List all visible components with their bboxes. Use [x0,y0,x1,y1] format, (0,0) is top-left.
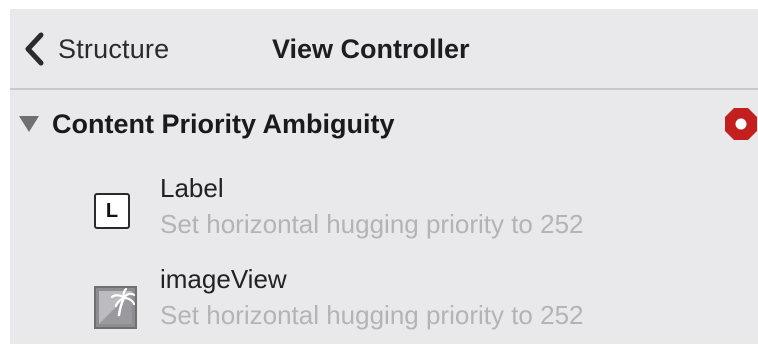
chevron-left-icon [25,32,44,66]
nav-bar: Structure View Controller [10,9,758,88]
image-view-icon [94,286,137,329]
back-button[interactable]: Structure [22,29,169,69]
disclosure-triangle-icon[interactable] [18,115,40,133]
issue-row-label[interactable]: L Label Set horizontal hugging priority … [10,173,758,257]
error-icon[interactable] [724,107,758,141]
page-title: View Controller [272,34,470,64]
issue-item-name: Label [160,173,224,203]
issue-item-detail: Set horizontal hugging priority to 252 [160,300,584,330]
issue-item-detail: Set horizontal hugging priority to 252 [160,209,584,239]
label-icon-letter: L [105,200,119,222]
issue-row-image-view[interactable]: imageView Set horizontal hugging priorit… [10,264,758,344]
divider [10,88,758,90]
section-title: Content Priority Ambiguity [52,109,395,139]
issue-item-name: imageView [160,264,287,294]
label-icon: L [94,193,130,229]
section-header[interactable]: Content Priority Ambiguity [10,103,758,147]
issue-navigator-panel: Structure View Controller Content Priori… [10,9,758,344]
back-button-label: Structure [58,33,170,64]
